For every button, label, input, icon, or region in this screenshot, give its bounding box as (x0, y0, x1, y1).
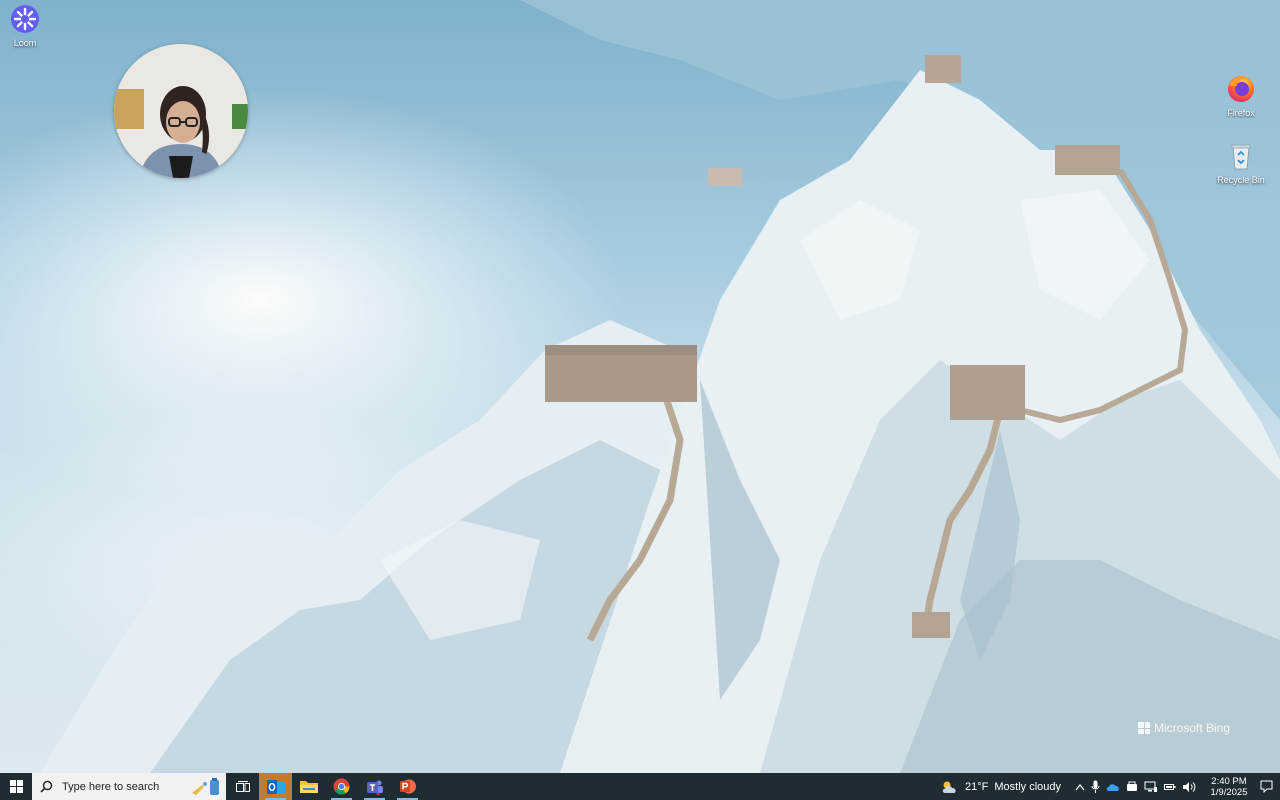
vpn-shield-icon[interactable] (1126, 781, 1138, 793)
microsoft-bing-watermark: Microsoft Bing (1138, 721, 1230, 735)
desktop-icon-label: Recycle Bin (1217, 175, 1265, 185)
weather-widget[interactable]: 21°F Mostly cloudy (941, 780, 1075, 794)
search-highlight-icon (190, 776, 222, 797)
chevron-up-icon[interactable] (1075, 783, 1085, 791)
taskbar-app-chrome[interactable] (325, 773, 358, 800)
outlook-icon (266, 779, 285, 794)
notification-icon (1260, 780, 1272, 793)
desktop-icon-loom[interactable]: Loom (0, 4, 55, 48)
taskbar-app-powerpoint[interactable] (391, 773, 424, 800)
desktop-icon-firefox[interactable]: Firefox (1211, 72, 1271, 118)
system-tray: 21°F Mostly cloudy 2:40 PM 1/9/2025 (941, 773, 1280, 800)
search-icon (40, 780, 53, 793)
task-view-icon (235, 780, 250, 792)
taskbar-app-teams[interactable] (358, 773, 391, 800)
network-icon[interactable] (1144, 781, 1158, 793)
file-explorer-icon (299, 781, 318, 793)
desktop-icon-recycle-bin[interactable]: Recycle Bin (1211, 141, 1271, 185)
search-box[interactable]: Type here to search (32, 773, 226, 800)
firefox-icon (1228, 76, 1254, 102)
task-view-button[interactable] (226, 773, 259, 800)
onedrive-cloud-icon[interactable] (1106, 782, 1120, 792)
weather-condition: Mostly cloudy (994, 780, 1061, 793)
taskbar-app-outlook[interactable] (259, 773, 292, 800)
teams-icon (366, 780, 383, 795)
desktop-icon-label: Firefox (1227, 108, 1255, 118)
taskbar-app-file-explorer[interactable] (292, 773, 325, 800)
weather-temperature: 21°F (965, 780, 989, 793)
clock-date: 1/9/2025 (1210, 786, 1248, 798)
battery-icon[interactable] (1164, 782, 1176, 792)
windows-logo-icon (1138, 722, 1150, 734)
chrome-icon (333, 778, 350, 795)
notification-center-button[interactable] (1252, 780, 1280, 793)
search-placeholder: Type here to search (62, 780, 160, 793)
clock-time: 2:40 PM (1211, 775, 1247, 787)
watermark-text: Microsoft Bing (1154, 721, 1231, 735)
taskbar: Type here to search 21°F Mostly cloudy 2… (0, 773, 1280, 800)
clock[interactable]: 2:40 PM 1/9/2025 (1206, 776, 1252, 798)
volume-icon[interactable] (1182, 781, 1196, 793)
start-icon (9, 780, 23, 793)
start-button[interactable] (0, 773, 32, 800)
loom-icon (11, 5, 39, 33)
desktop-icon-label: Loom (13, 38, 37, 48)
recycle-bin-icon (1231, 144, 1251, 170)
microphone-icon[interactable] (1091, 780, 1100, 794)
webcam-bubble[interactable] (114, 44, 248, 178)
powerpoint-icon (400, 779, 416, 794)
webcam-person-image (114, 44, 248, 178)
tray-icons (1075, 780, 1206, 794)
cloudy-weather-icon (942, 781, 956, 793)
